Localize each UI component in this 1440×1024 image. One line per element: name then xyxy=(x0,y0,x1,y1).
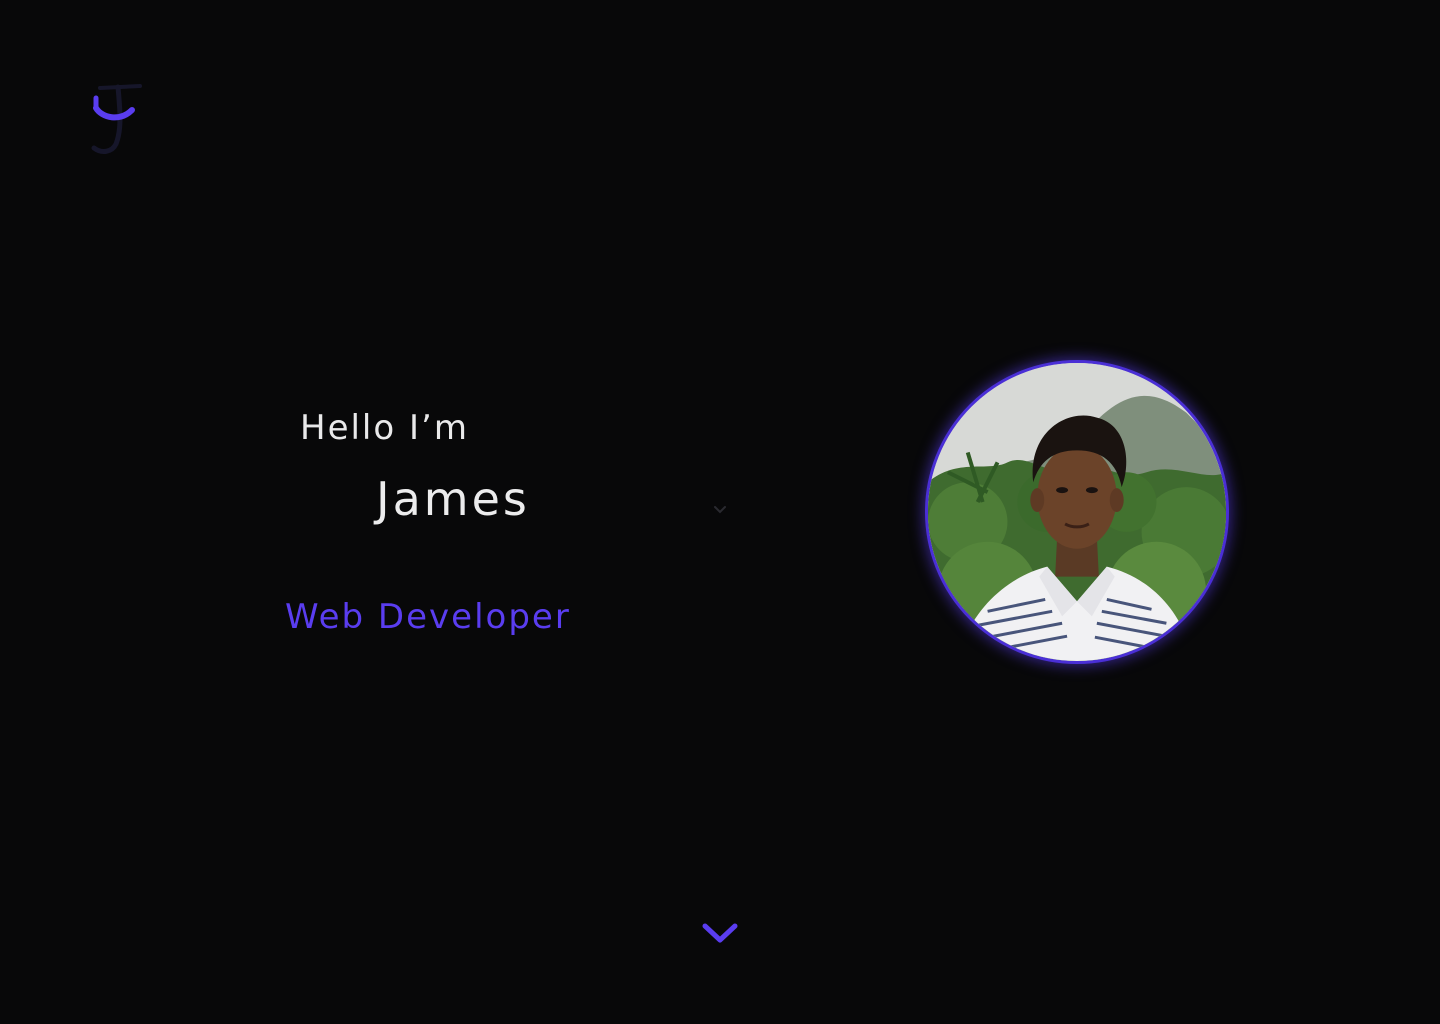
chevron-down-icon xyxy=(714,506,726,514)
hero-section: Hello I’m James Web Developer xyxy=(0,0,1440,1024)
profile-photo xyxy=(925,360,1229,664)
name-heading: James xyxy=(376,472,530,526)
greeting-text: Hello I’m xyxy=(300,408,469,448)
role-text: Web Developer xyxy=(285,597,571,637)
scroll-down-chevron-icon[interactable] xyxy=(701,920,739,948)
logo-icon[interactable] xyxy=(90,84,146,156)
